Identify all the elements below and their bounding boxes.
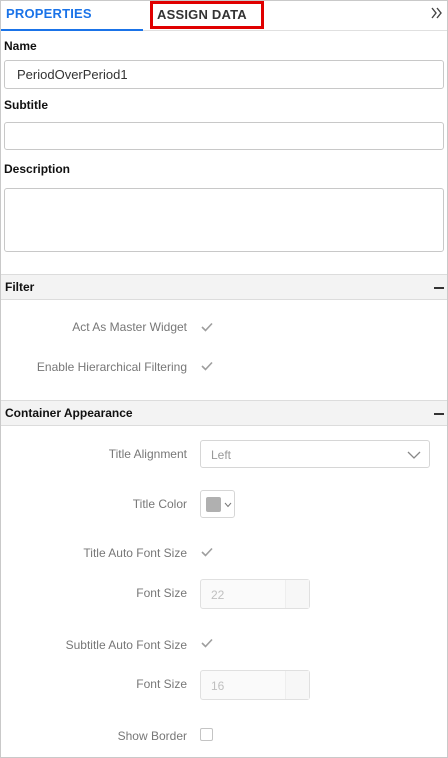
color-swatch (206, 497, 221, 512)
spin-buttons[interactable] (285, 671, 309, 699)
filter-section-header[interactable]: Filter (1, 274, 447, 300)
show-border-checkbox[interactable] (200, 728, 213, 741)
check-icon[interactable] (200, 545, 214, 559)
check-icon[interactable] (200, 636, 214, 650)
chevron-down-icon (407, 451, 421, 459)
spin-buttons[interactable] (285, 580, 309, 608)
tab-assign-data[interactable]: ASSIGN DATA (150, 1, 264, 29)
subtitle-input[interactable] (4, 122, 444, 150)
title-auto-font-size-label: Title Auto Font Size (83, 546, 187, 560)
subtitle-font-size-value: 16 (211, 679, 225, 693)
double-chevron-right-icon[interactable] (430, 4, 444, 22)
properties-panel: PROPERTIES ASSIGN DATA Name Subtitle Des… (0, 0, 448, 758)
minus-icon[interactable] (434, 413, 444, 415)
minus-icon[interactable] (434, 287, 444, 289)
title-font-size-stepper[interactable]: 22 (200, 579, 310, 609)
subtitle-font-size-label: Font Size (136, 677, 187, 691)
filter-section-title: Filter (5, 280, 35, 294)
title-font-size-label: Font Size (136, 586, 187, 600)
title-alignment-label: Title Alignment (108, 447, 187, 461)
name-input[interactable] (4, 60, 444, 89)
title-color-picker[interactable] (200, 490, 235, 518)
subtitle-auto-font-size-label: Subtitle Auto Font Size (65, 638, 187, 652)
container-appearance-section-title: Container Appearance (5, 406, 133, 420)
title-font-size-value: 22 (211, 588, 225, 602)
tab-bar: PROPERTIES ASSIGN DATA (1, 1, 447, 31)
show-border-label: Show Border (117, 729, 187, 743)
title-color-label: Title Color (132, 497, 187, 511)
description-label: Description (4, 162, 71, 176)
act-as-master-widget-label: Act As Master Widget (72, 320, 187, 334)
title-alignment-dropdown[interactable]: Left (200, 440, 430, 468)
enable-hierarchical-filtering-label: Enable Hierarchical Filtering (36, 360, 187, 374)
description-textarea[interactable] (4, 188, 444, 252)
subtitle-label: Subtitle (4, 98, 48, 112)
check-icon[interactable] (200, 320, 214, 334)
subtitle-font-size-stepper[interactable]: 16 (200, 670, 310, 700)
title-alignment-value: Left (211, 448, 232, 462)
chevron-down-icon (224, 502, 232, 508)
check-icon[interactable] (200, 359, 214, 373)
tab-properties[interactable]: PROPERTIES (1, 1, 143, 31)
container-appearance-section-header[interactable]: Container Appearance (1, 400, 447, 426)
name-label: Name (4, 39, 37, 53)
